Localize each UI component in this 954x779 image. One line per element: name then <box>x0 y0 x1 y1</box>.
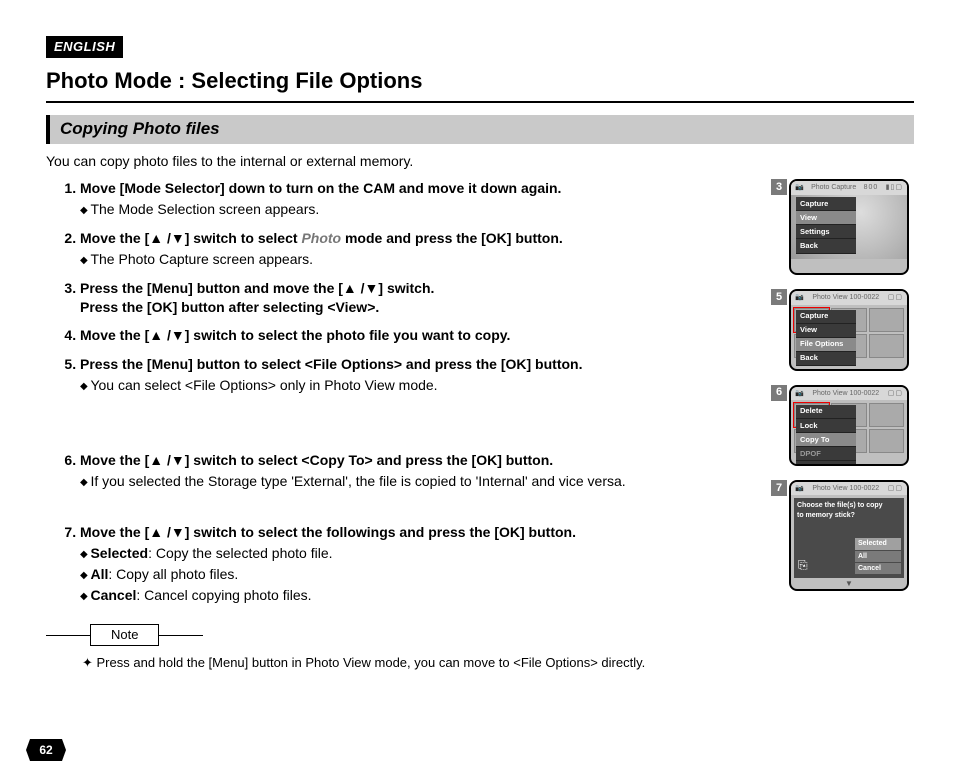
step-5: Press the [Menu] button to select <File … <box>80 355 773 441</box>
screen-5-badge: 5 <box>771 289 787 305</box>
camera-icon: 📷 <box>795 389 804 398</box>
menu-lock[interactable]: Lock <box>796 419 856 433</box>
battery-icon: ▢▢ <box>888 293 903 302</box>
screen-3-title: Photo Capture <box>811 183 856 192</box>
camera-icon: 📷 <box>795 484 804 493</box>
step-7-pre: Move the [ <box>80 524 149 540</box>
thumbnail[interactable] <box>869 403 904 427</box>
step-2-italic: Photo <box>301 230 341 246</box>
prompt-line-1: Choose the file(s) to copy <box>797 501 901 510</box>
language-badge: ENGLISH <box>46 36 123 58</box>
step-2: Move the [▲ /▼] switch to select Photo m… <box>80 229 773 269</box>
step-7-sub-all: All: Copy all photo files. <box>80 565 773 584</box>
step-4-post: ] switch to select the photo file you wa… <box>185 327 511 343</box>
menu-back[interactable]: Back <box>796 352 856 366</box>
step-7-post: ] switch to select the followings and pr… <box>185 524 576 540</box>
menu-capture[interactable]: Capture <box>796 197 856 211</box>
note-label: Note <box>90 624 159 646</box>
copy-icon: ⎘ <box>798 557 808 573</box>
updown-icon: ▲ /▼ <box>343 280 379 296</box>
screenshots-column: 3 📷 Photo Capture 800 ▮▯▢ Capture View S… <box>789 179 914 671</box>
battery-icon: ▮▯▢ <box>886 183 903 192</box>
thumbnail[interactable] <box>869 334 904 358</box>
step-2-pre: Move the [ <box>80 230 149 246</box>
screen-7: 📷 Photo View 100-0022 ▢▢ Choose the file… <box>789 480 909 591</box>
screen-5-wrap: 5 📷 Photo View 100-0022 ▢▢ <box>789 289 914 370</box>
step-7-sub-selected: Selected: Copy the selected photo file. <box>80 544 773 563</box>
battery-icon: ▢▢ <box>888 389 903 398</box>
step-2-post: mode and press the [OK] button. <box>341 230 563 246</box>
step-2-mid: ] switch to select <box>185 230 302 246</box>
updown-icon: ▲ /▼ <box>149 452 185 468</box>
step-6-post: ] switch to select <Copy To> and press t… <box>185 452 553 468</box>
camera-icon: 📷 <box>795 183 804 192</box>
menu-capture[interactable]: Capture <box>796 310 856 324</box>
option-all[interactable]: All <box>855 551 901 562</box>
screen-5-title: Photo View 100-0022 <box>812 293 879 302</box>
step-4: Move the [▲ /▼] switch to select the pho… <box>80 326 773 345</box>
step-4-pre: Move the [ <box>80 327 149 343</box>
section-subtitle: Copying Photo files <box>46 115 914 144</box>
step-2-sub: The Photo Capture screen appears. <box>80 250 773 269</box>
step-6-sub: If you selected the Storage type 'Extern… <box>80 472 773 491</box>
step-6-pre: Move the [ <box>80 452 149 468</box>
menu-back[interactable]: Back <box>796 239 856 253</box>
camera-icon: 📷 <box>795 293 804 302</box>
page-number-badge: 62 <box>26 739 66 761</box>
step-1-text: Move [Mode Selector] down to turn on the… <box>80 180 561 196</box>
menu-file-options[interactable]: File Options <box>796 338 856 352</box>
step-3-l1-post: ] switch. <box>378 280 434 296</box>
step-6: Move the [▲ /▼] switch to select <Copy T… <box>80 451 773 513</box>
screen-3-info: 800 <box>864 183 879 192</box>
step-7: Move the [▲ /▼] switch to select the fol… <box>80 523 773 605</box>
step-5-sub: You can select <File Options> only in Ph… <box>80 376 773 395</box>
page-title: Photo Mode : Selecting File Options <box>46 66 914 104</box>
updown-icon: ▲ /▼ <box>149 524 185 540</box>
screen-6-wrap: 6 📷 Photo View 100-0022 ▢▢ <box>789 385 914 466</box>
menu-settings[interactable]: Settings <box>796 225 856 239</box>
step-1: Move [Mode Selector] down to turn on the… <box>80 179 773 219</box>
screen-6: 📷 Photo View 100-0022 ▢▢ <box>789 385 909 466</box>
option-cancel[interactable]: Cancel <box>855 563 901 574</box>
screen-3: 📷 Photo Capture 800 ▮▯▢ Capture View Set… <box>789 179 909 275</box>
step-3: Press the [Menu] button and move the [▲ … <box>80 279 773 317</box>
updown-icon: ▲ /▼ <box>149 327 185 343</box>
step-1-sub: The Mode Selection screen appears. <box>80 200 773 219</box>
screen-7-title: Photo View 100-0022 <box>812 484 879 493</box>
thumbnail[interactable] <box>869 308 904 332</box>
screen-6-badge: 6 <box>771 385 787 401</box>
note-heading: Note <box>46 624 773 646</box>
option-selected[interactable]: Selected <box>855 538 901 549</box>
screen-3-badge: 3 <box>771 179 787 195</box>
step-3-l1-pre: Press the [Menu] button and move the [ <box>80 280 343 296</box>
step-7-sub-cancel: Cancel: Cancel copying photo files. <box>80 586 773 605</box>
screen-6-title: Photo View 100-0022 <box>812 389 879 398</box>
menu-view[interactable]: View <box>796 211 856 225</box>
screen-3-wrap: 3 📷 Photo Capture 800 ▮▯▢ Capture View S… <box>789 179 914 275</box>
battery-icon: ▢▢ <box>888 484 903 493</box>
menu-copy-to[interactable]: Copy To <box>796 433 856 447</box>
instructions-column: Move [Mode Selector] down to turn on the… <box>46 179 773 671</box>
note-text: Press and hold the [Menu] button in Phot… <box>82 654 773 672</box>
menu-view[interactable]: View <box>796 324 856 338</box>
updown-icon: ▲ /▼ <box>149 230 185 246</box>
menu-dpof: DPOF <box>796 447 856 461</box>
scroll-down-icon: ▼ <box>791 581 907 589</box>
intro-text: You can copy photo files to the internal… <box>46 152 914 171</box>
thumbnail[interactable] <box>869 429 904 453</box>
menu-back[interactable]: Back <box>796 461 856 466</box>
screen-5: 📷 Photo View 100-0022 ▢▢ <box>789 289 909 370</box>
menu-delete[interactable]: Delete <box>796 405 856 419</box>
step-5-text: Press the [Menu] button to select <File … <box>80 356 582 372</box>
prompt-line-2: to memory stick? <box>797 511 901 520</box>
copy-prompt: Choose the file(s) to copy to memory sti… <box>794 498 904 578</box>
screen-7-badge: 7 <box>771 480 787 496</box>
screen-7-wrap: 7 📷 Photo View 100-0022 ▢▢ Choose the fi… <box>789 480 914 591</box>
step-3-l2: Press the [OK] button after selecting <V… <box>80 299 379 315</box>
